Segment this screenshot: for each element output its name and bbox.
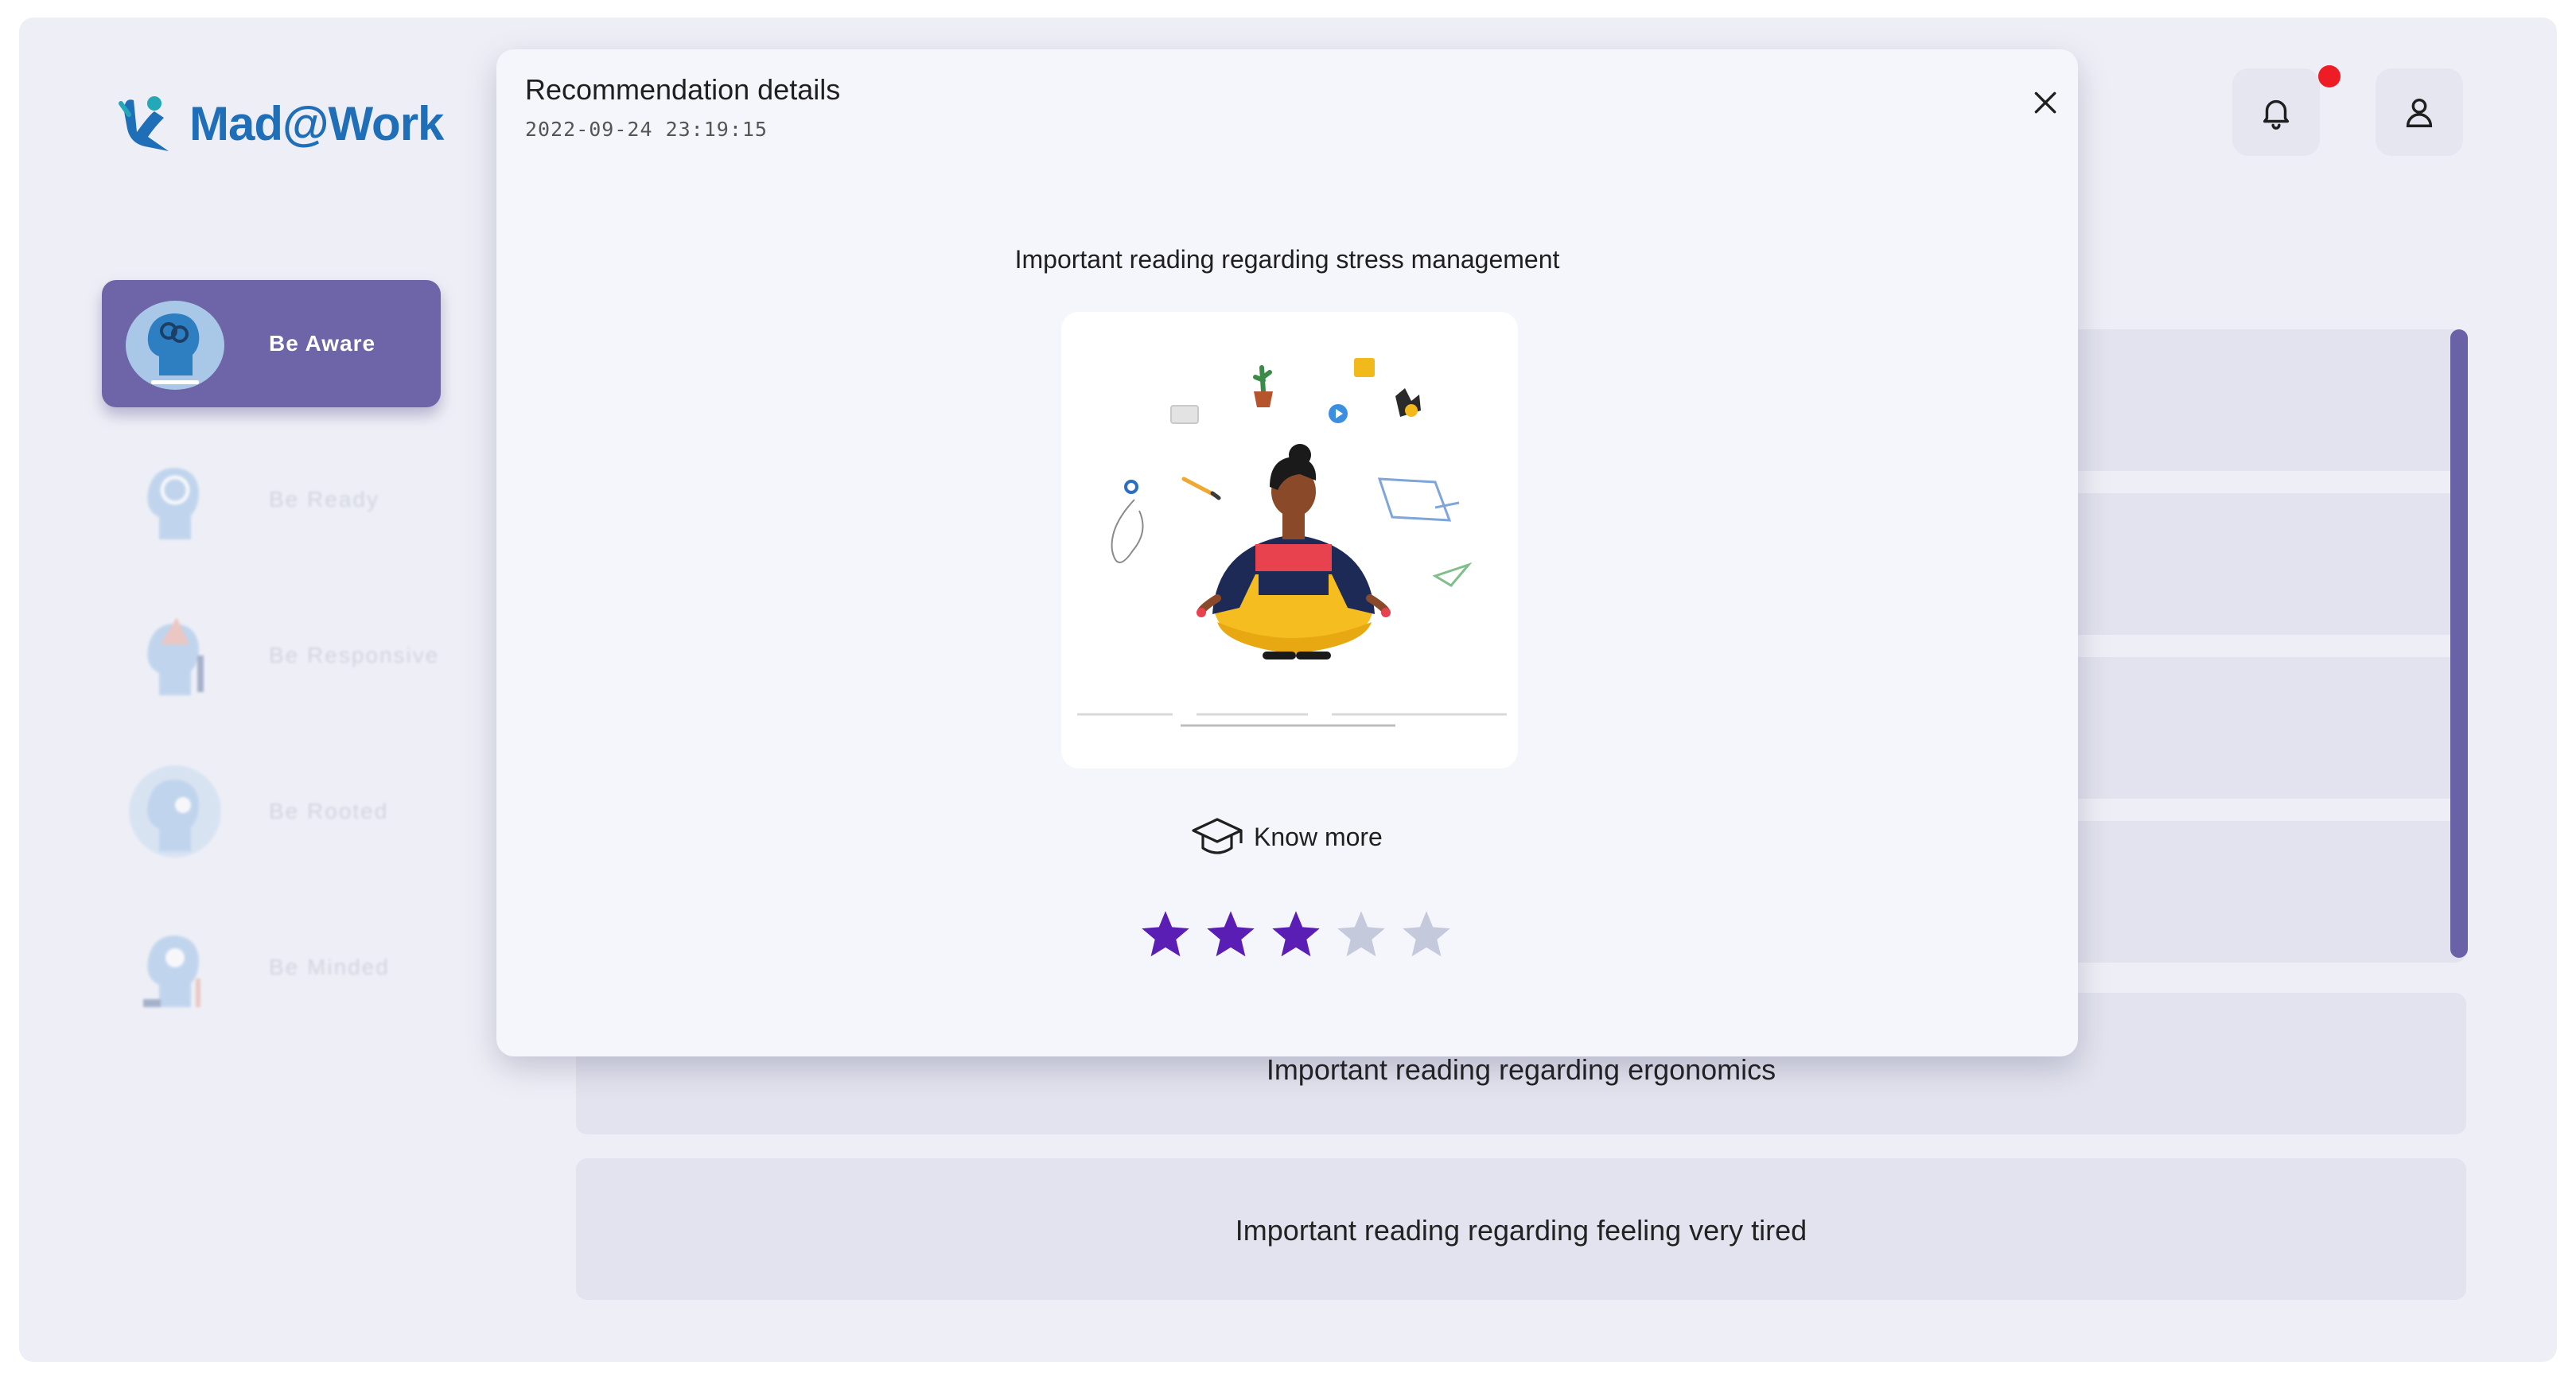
list-item-title: Important reading regarding feeling very… (1235, 1214, 1807, 1247)
close-button[interactable] (2024, 81, 2067, 124)
recommendation-heading: Important reading regarding stress manag… (1014, 245, 1560, 274)
app-frame: Mad@Work Be Aware Be Ready Be Responsive (19, 18, 2557, 1362)
meditation-illustration-icon (1077, 358, 1507, 727)
rating-star-4[interactable] (1329, 902, 1394, 967)
sidebar-item-label: Be Rooted (269, 799, 389, 823)
head-aware-icon (126, 301, 224, 390)
rating-star-1[interactable] (1133, 902, 1198, 967)
head-rooted-icon (129, 765, 221, 858)
rating-star-3[interactable] (1263, 902, 1329, 967)
user-icon (2406, 98, 2433, 127)
head-ready-icon (147, 468, 199, 539)
bell-icon (2263, 99, 2290, 130)
graduation-cap-icon (1192, 818, 1243, 854)
rating-star-5[interactable] (1394, 902, 1459, 967)
head-minded-icon (143, 936, 200, 1007)
sidebar-item-label: Be Responsive (269, 643, 440, 667)
star-rating[interactable] (1133, 902, 1459, 972)
know-more-label: Know more (1254, 822, 1383, 851)
logo[interactable]: Mad@Work (113, 80, 444, 167)
scrollbar-thumb[interactable] (2450, 329, 2468, 958)
star-icon (1207, 911, 1255, 957)
modal-date: 2022-09-24 23:19:15 (525, 118, 768, 141)
sidebar-item-be-minded[interactable]: Be Minded (102, 904, 441, 1031)
star-icon (1337, 911, 1385, 957)
star-icon (1272, 911, 1320, 957)
sidebar-item-be-ready[interactable]: Be Ready (102, 436, 441, 563)
recommendation-modal: Recommendation details 2022-09-24 23:19:… (496, 49, 2078, 1056)
star-icon (1142, 911, 1189, 957)
list-item-feeling-tired[interactable]: Important reading regarding feeling very… (576, 1158, 2466, 1300)
profile-button[interactable] (2376, 68, 2463, 156)
recommendation-image (1061, 312, 1518, 768)
star-icon (1403, 911, 1450, 957)
sidebar-item-be-responsive[interactable]: Be Responsive (102, 592, 441, 719)
sidebar-item-label: Be Ready (269, 487, 379, 512)
logo-text: Mad@Work (189, 96, 444, 150)
notification-badge (2318, 65, 2341, 88)
logo-mark-icon (119, 96, 169, 151)
sidebar-item-label: Be Minded (269, 955, 390, 979)
head-responsive-icon (147, 617, 204, 695)
list-item-title: Important reading regarding ergonomics (1266, 1053, 1776, 1086)
sidebar-item-be-rooted[interactable]: Be Rooted (102, 748, 441, 875)
sidebar-item-label: Be Aware (269, 331, 376, 356)
notifications-button[interactable] (2232, 68, 2320, 156)
know-more-link[interactable]: Know more (1189, 808, 1383, 866)
close-icon (2034, 91, 2057, 114)
sidebar-item-be-aware[interactable]: Be Aware (102, 280, 441, 407)
rating-star-2[interactable] (1198, 902, 1263, 967)
modal-title: Recommendation details (525, 73, 841, 106)
